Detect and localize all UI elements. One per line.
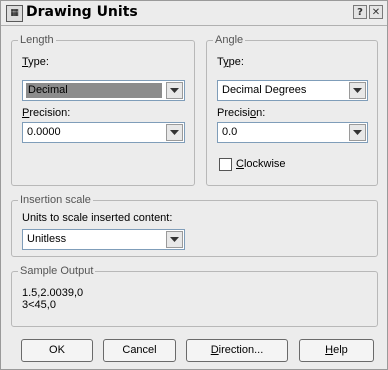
title-bar[interactable]: ▦ Drawing Units ? ✕: [1, 1, 387, 26]
insertion-units-value: Unitless: [27, 233, 67, 245]
chevron-down-icon[interactable]: [166, 124, 183, 141]
app-icon: ▦: [6, 5, 23, 22]
length-precision-label: Precision:: [22, 107, 71, 119]
insertion-units-select[interactable]: Unitless: [22, 229, 185, 250]
length-type-select[interactable]: Decimal: [22, 80, 185, 101]
dialog-title: Drawing Units: [26, 4, 138, 20]
sample-output-group-label: Sample Output: [18, 265, 96, 278]
sample-output-line-2: 3<45,0: [22, 299, 56, 311]
direction-button[interactable]: Direction...: [186, 339, 288, 362]
cancel-button[interactable]: Cancel: [103, 339, 176, 362]
drawing-units-dialog: ▦ Drawing Units ? ✕ Length Type: Decimal…: [0, 0, 388, 370]
angle-type-label: Type:: [217, 56, 244, 68]
close-icon[interactable]: ✕: [369, 5, 383, 19]
sample-output-group: Sample Output: [11, 265, 378, 327]
chevron-down-icon[interactable]: [349, 82, 366, 99]
angle-precision-label: Precision:: [217, 107, 266, 119]
angle-type-select[interactable]: Decimal Degrees: [217, 80, 368, 101]
length-type-label: Type:: [22, 56, 49, 68]
angle-precision-value: 0.0: [222, 126, 238, 138]
chevron-down-icon[interactable]: [166, 82, 183, 99]
length-precision-value: 0.0000: [27, 126, 61, 138]
units-to-scale-label: Units to scale inserted content:: [22, 212, 173, 224]
angle-type-value: Decimal Degrees: [222, 84, 307, 96]
clockwise-label[interactable]: Clockwise: [236, 158, 286, 171]
angle-precision-select[interactable]: 0.0: [217, 122, 368, 143]
help-icon[interactable]: ?: [353, 5, 367, 19]
chevron-down-icon[interactable]: [349, 124, 366, 141]
length-precision-select[interactable]: 0.0000: [22, 122, 185, 143]
ok-button[interactable]: OK: [21, 339, 93, 362]
length-group-label: Length: [18, 34, 56, 47]
insertion-scale-group-label: Insertion scale: [18, 194, 93, 207]
clockwise-checkbox[interactable]: [219, 158, 232, 171]
sample-output-line-1: 1.5,2.0039,0: [22, 287, 84, 299]
angle-group-label: Angle: [213, 34, 246, 47]
help-button[interactable]: Help: [299, 339, 374, 362]
length-type-value: Decimal: [26, 83, 162, 98]
chevron-down-icon[interactable]: [166, 231, 183, 248]
